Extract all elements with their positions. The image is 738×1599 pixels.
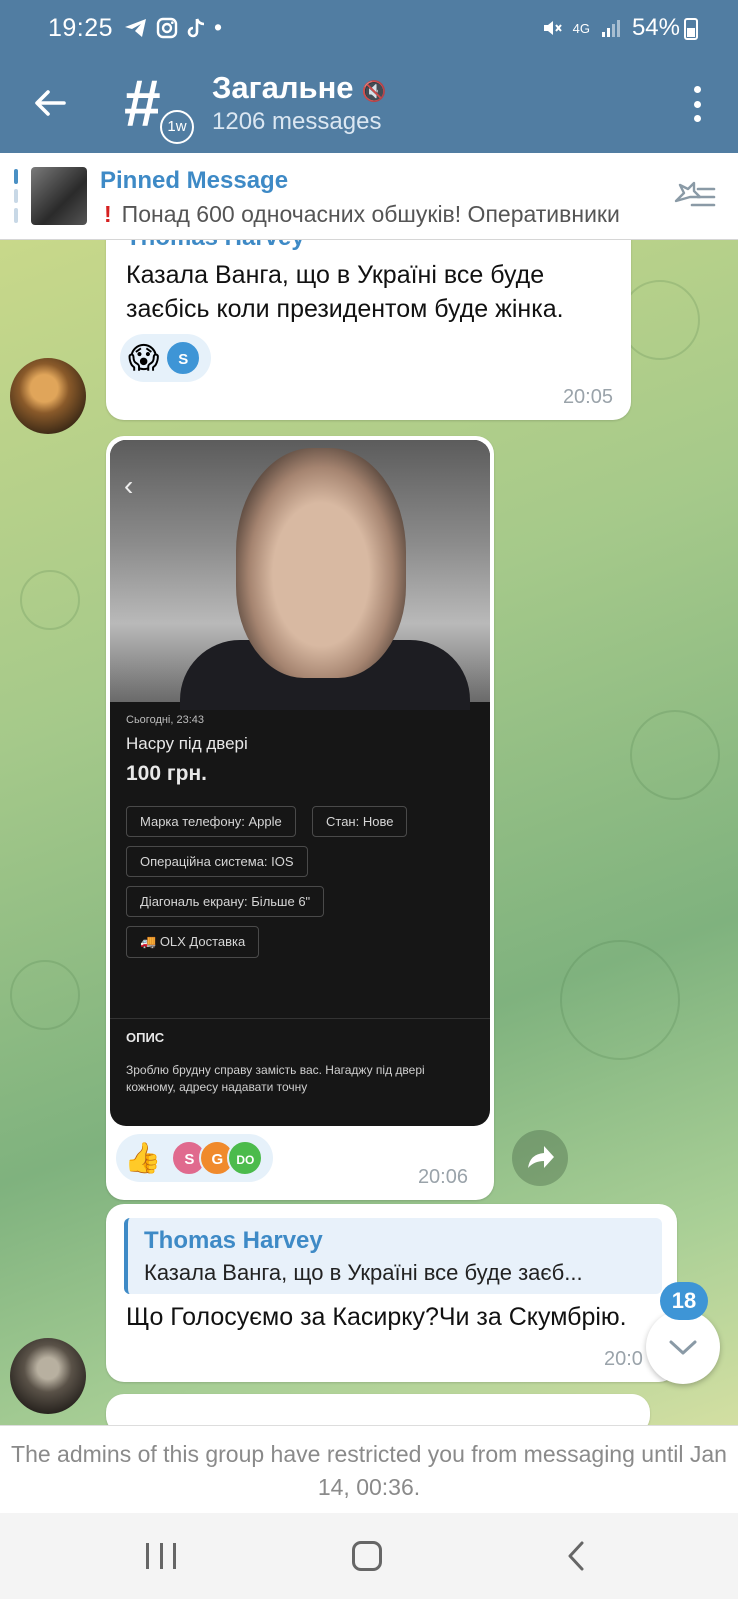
reactions-pill[interactable]: 😱 S <box>120 334 212 382</box>
reactor-avatar: S <box>165 340 202 376</box>
status-right: 4G 54% <box>541 14 680 42</box>
chat-subtitle: 1206 messages <box>212 108 382 135</box>
pinned-title: Pinned Message <box>100 167 289 194</box>
system-nav-bar <box>0 1513 738 1599</box>
pinned-text: ! Понад 600 одночасних обшуків! Оперативн… <box>104 201 620 227</box>
message-bubble[interactable]: Thomas Harvey Казала Ванга, що в Україні… <box>106 1204 677 1382</box>
chat-title[interactable]: Загальне 🔇 <box>212 70 386 106</box>
message-bubble-partial[interactable] <box>106 1394 650 1425</box>
message-time: 20:06 <box>417 1166 468 1188</box>
pinned-indicator <box>14 169 18 224</box>
status-time: 19:25 <box>48 14 114 42</box>
listing-price: 100 грн. <box>126 762 207 785</box>
listing-chip: Операційна система: IOS <box>126 846 308 877</box>
battery-percent: 54% <box>631 14 680 41</box>
tiktok-icon <box>187 17 205 37</box>
telegram-icon <box>125 18 146 37</box>
message-time: 20:05 <box>562 386 613 408</box>
sender-avatar[interactable] <box>10 358 86 434</box>
chat-title-text: Загальне <box>212 70 354 105</box>
forward-icon <box>528 1146 554 1168</box>
listing-chip-delivery: 🚚 OLX Доставка <box>126 926 260 958</box>
pinned-list-icon[interactable] <box>672 179 716 213</box>
instagram-icon <box>156 17 178 38</box>
pinned-thumbnail <box>31 167 87 225</box>
exclamation-icon: ! <box>104 201 112 227</box>
reply-preview[interactable]: Thomas Harvey Казала Ванга, що в Україні… <box>124 1218 662 1294</box>
listing-divider <box>110 1018 490 1019</box>
chat-area[interactable]: Thomas Harvey Казала Ванга, що в Україні… <box>0 240 738 1425</box>
reactions-pill[interactable]: 👍 S G DO <box>116 1134 274 1182</box>
message-bubble[interactable]: Thomas Harvey Казала Ванга, що в Україні… <box>106 240 631 420</box>
recent-apps-icon[interactable] <box>146 1543 176 1569</box>
background-doodle <box>20 570 80 630</box>
restriction-notice: The admins of this group have restricted… <box>0 1425 738 1513</box>
background-doodle <box>620 280 700 360</box>
reply-text: Казала Ванга, що в Україні все буде заєб… <box>144 1260 583 1285</box>
reply-sender: Thomas Harvey <box>144 1227 323 1254</box>
background-doodle <box>560 940 680 1060</box>
listing-description-heading: ОПИС <box>126 1030 165 1045</box>
message-photo[interactable]: ‹ Сьогодні, 23:43 Насру під двері 100 гр… <box>110 440 490 1126</box>
signal-icon <box>601 20 620 37</box>
photo-back-chevron-icon: ‹ <box>124 470 134 501</box>
listing-chip: Діагональ екрану: Більше 6" <box>126 886 325 917</box>
chevron-down-icon <box>669 1340 697 1355</box>
more-menu-icon[interactable] <box>694 86 702 122</box>
nav-back-icon[interactable] <box>562 1539 592 1573</box>
photo-face <box>236 448 406 678</box>
reaction-emoji: 😱 <box>128 341 160 375</box>
listing-date: Сьогодні, 23:43 <box>126 714 205 726</box>
chat-header: # 1w Загальне 🔇 1206 messages <box>0 58 738 153</box>
sender-name[interactable]: Thomas Harvey <box>126 240 305 252</box>
back-arrow-icon[interactable] <box>30 83 70 123</box>
listing-title: Насру під двері <box>126 734 248 753</box>
message-text: Казала Ванга, що в Україні все буде заєб… <box>126 261 564 323</box>
network-label: 4G <box>572 20 590 36</box>
background-doodle <box>10 960 80 1030</box>
hashtag-icon: # <box>124 66 161 140</box>
unread-count-badge: 18 <box>660 1282 708 1320</box>
listing-chip: Стан: Нове <box>312 806 408 837</box>
reaction-emoji: 👍 <box>124 1141 162 1175</box>
listing-chip: Марка телефону: Apple <box>126 806 296 837</box>
scroll-down-button[interactable] <box>646 1310 720 1384</box>
message-text: Що Голосуємо за Касирку?Чи за Скумбрію. <box>126 1303 627 1331</box>
home-icon[interactable] <box>352 1541 382 1571</box>
sender-avatar[interactable] <box>10 1338 86 1414</box>
photo-message-bubble[interactable]: ‹ Сьогодні, 23:43 Насру під двері 100 гр… <box>106 436 494 1200</box>
background-doodle <box>630 710 720 800</box>
battery-icon <box>684 18 698 40</box>
reactor-avatar: DO <box>227 1140 264 1176</box>
mute-status-icon <box>543 21 562 35</box>
status-app-icons: • <box>124 14 222 41</box>
message-time: 20:0 <box>604 1348 643 1370</box>
status-bar: 19:25 • 4G 54% <box>0 0 738 58</box>
forward-button[interactable] <box>512 1130 568 1186</box>
pinned-message-bar[interactable]: Pinned Message ! Понад 600 одночасних обш… <box>0 153 738 240</box>
muted-icon: 🔇 <box>361 81 387 103</box>
slow-mode-badge: 1w <box>160 110 194 144</box>
listing-description: Зроблю брудну справу замість вас. Нагадж… <box>126 1063 425 1094</box>
notification-dot: • <box>214 14 223 40</box>
